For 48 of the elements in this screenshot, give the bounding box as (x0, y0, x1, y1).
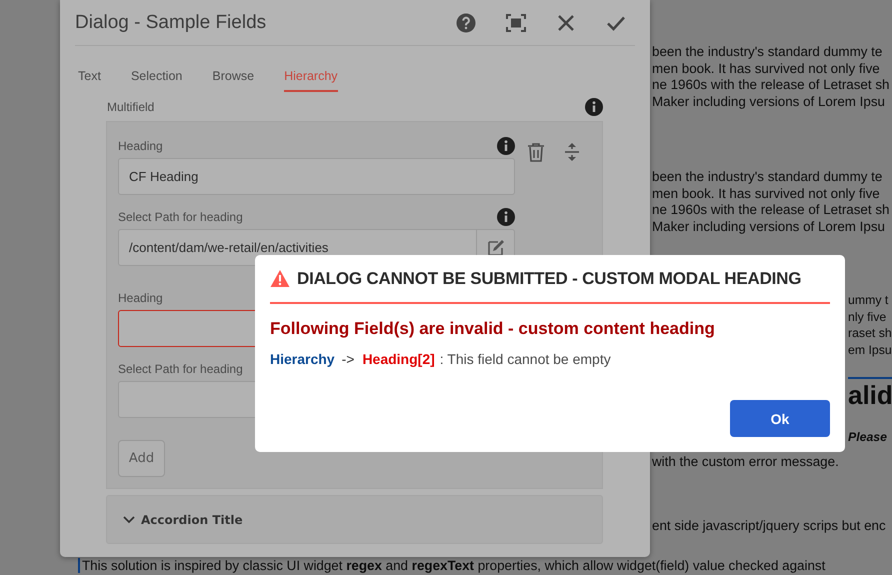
paragraph-text: ummy t (848, 292, 888, 308)
fullscreen-icon (506, 14, 526, 32)
trash-icon (527, 142, 545, 162)
paragraph-text: nly five (848, 308, 886, 325)
tab[interactable]: Selection (130, 69, 182, 92)
field-label: Multifield (107, 100, 154, 114)
add-button[interactable]: Add (118, 440, 165, 477)
field-label: Select Path for heading (118, 362, 243, 376)
paragraph-text: been the industry's standard dummy te (652, 44, 882, 60)
info-icon (497, 208, 515, 226)
paragraph-text: ne 1960s with the release of Letraset sh (652, 77, 890, 94)
paragraph-text: been the industry's standard dummy te (652, 169, 882, 186)
paragraph-text: men book. It has survived not only five (652, 186, 880, 202)
error-heading: Following Field(s) are invalid - custom content heading (270, 319, 716, 339)
reorder-icon (564, 142, 580, 162)
paragraph-text: Maker including versions of Lorem Ipsu (652, 218, 885, 235)
emphasis-text: Please (848, 429, 887, 446)
quote-text: This solution is inspired by classic UI widget regex and regexText properties, which allow widget(field) value checked against (82, 558, 826, 572)
tab[interactable]: Text (78, 69, 101, 92)
paragraph-text: Maker including versions of Lorem Ipsu (652, 94, 885, 110)
paragraph-text: with the custom error message. (652, 454, 839, 470)
ok-button[interactable]: Ok (730, 400, 830, 437)
help-icon (456, 12, 476, 32)
field-label: Heading (118, 139, 163, 153)
modal-title: DIALOG CANNOT BE SUBMITTED - CUSTOM MODAL HEADING (297, 268, 802, 288)
paragraph-text: ent side javascript/jquery scrips but enc (652, 518, 886, 534)
paragraph-text: raset sh (848, 325, 892, 342)
info-icon (585, 98, 603, 116)
field-label: Heading (118, 291, 163, 305)
field-label: Select Path for heading (118, 210, 243, 224)
accordion-header[interactable]: Accordion Title (123, 512, 243, 526)
arrow-text: -> (342, 351, 354, 367)
tab[interactable]: Browse (212, 69, 254, 92)
warning-icon (270, 269, 290, 288)
info-icon (497, 137, 515, 155)
field-name: Heading[2] (362, 351, 435, 367)
dialog-title: Dialog - Sample Fields (75, 12, 266, 34)
paragraph-text: em Ipsu (848, 342, 892, 358)
tab[interactable]: Hierarchy (284, 69, 338, 92)
checkmark-icon (606, 14, 626, 30)
page-heading: alid (848, 379, 892, 411)
paragraph-text: men book. It has survived not only five (652, 60, 880, 77)
edit-icon (486, 238, 504, 256)
paragraph-text: ne 1960s with the release of Letraset sh (652, 202, 890, 218)
text-field[interactable]: CF Heading (118, 158, 515, 195)
error-text: : This field cannot be empty (440, 351, 611, 367)
tab-name: Hierarchy (270, 351, 335, 367)
close-icon (557, 14, 575, 32)
